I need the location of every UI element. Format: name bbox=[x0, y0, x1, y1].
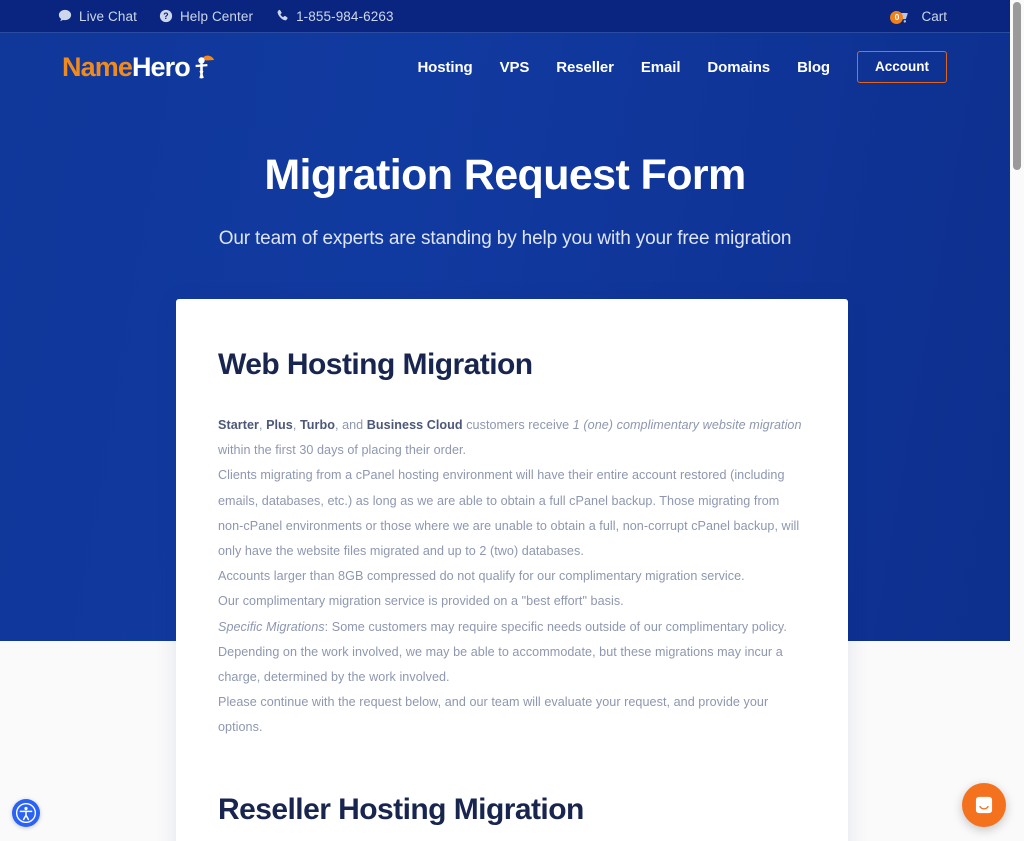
svg-text:?: ? bbox=[163, 11, 168, 21]
section-heading: Reseller Hosting Migration bbox=[218, 793, 584, 827]
text-run: , bbox=[258, 418, 267, 432]
nav-item-email[interactable]: Email bbox=[641, 59, 681, 76]
text-run: , bbox=[292, 418, 300, 432]
site-logo[interactable]: Name Hero bbox=[62, 51, 215, 82]
cart-icon: 0 bbox=[890, 8, 912, 25]
body-paragraph: Our complimentary migration service is p… bbox=[218, 589, 806, 614]
help-center-label: Help Center bbox=[179, 8, 254, 24]
phone-link[interactable]: 1-855-984-6263 bbox=[275, 9, 393, 24]
emphasis-italic: 1 (one) complimentary website migration bbox=[572, 418, 802, 432]
content-sections: Web Hosting Migration Starter, Plus, Turb… bbox=[218, 347, 806, 841]
cart-label: Cart bbox=[921, 8, 947, 24]
emphasis-italic: Specific Migrations bbox=[218, 619, 325, 634]
logo-hero-text: Hero bbox=[131, 51, 191, 82]
text-run: within the first 30 days of placing thei… bbox=[218, 443, 467, 458]
body-paragraph: Please continue with the request below, … bbox=[218, 690, 806, 740]
emphasis-bold: Business Cloud bbox=[366, 418, 463, 432]
phone-icon bbox=[275, 9, 289, 23]
emphasis-bold: Plus bbox=[266, 418, 293, 432]
content-section: Reseller Hosting MigrationSilver, Gold, … bbox=[218, 792, 806, 841]
text-run: Please continue with the request below, … bbox=[218, 695, 769, 735]
page-title: Migration Request Form bbox=[264, 151, 746, 199]
logo-name-text: Name bbox=[62, 51, 133, 82]
accessibility-widget-button[interactable] bbox=[12, 799, 40, 827]
emphasis-bold: Starter bbox=[218, 418, 259, 432]
top-utility-bar: Live Chat ? Help Center 1-855-984-6263 0 bbox=[0, 0, 1010, 33]
emphasis-bold: Turbo bbox=[299, 418, 335, 432]
nav-item-domains[interactable]: Domains bbox=[707, 59, 770, 76]
live-chat-link[interactable]: Live Chat bbox=[58, 9, 137, 24]
nav-item-reseller[interactable]: Reseller bbox=[556, 59, 614, 76]
text-run: customers receive bbox=[462, 418, 573, 432]
phone-number-label: 1-855-984-6263 bbox=[296, 8, 394, 24]
accessibility-person-icon bbox=[15, 802, 37, 824]
live-chat-label: Live Chat bbox=[79, 8, 137, 24]
intercom-message-icon bbox=[975, 796, 993, 814]
body-paragraph: Specific Migrations: Some customers may … bbox=[218, 615, 806, 691]
section-heading: Web Hosting Migration bbox=[218, 348, 533, 381]
text-run: Accounts larger than 8GB compressed do n… bbox=[218, 569, 745, 584]
text-run: , and bbox=[334, 418, 367, 432]
topbar-links: Live Chat ? Help Center 1-855-984-6263 bbox=[58, 9, 394, 24]
text-run: Our complimentary migration service is p… bbox=[218, 594, 624, 609]
body-paragraph: Accounts larger than 8GB compressed do n… bbox=[218, 564, 806, 589]
help-center-link[interactable]: ? Help Center bbox=[159, 9, 253, 24]
nav-item-blog[interactable]: Blog bbox=[797, 59, 830, 76]
body-paragraph: Starter, Plus, Turbo, and Business Cloud… bbox=[218, 413, 806, 463]
cart-count-badge: 0 bbox=[890, 10, 904, 24]
main-navigation: Hosting VPS Reseller Email Domains Blog … bbox=[417, 50, 947, 84]
scrollbar-thumb[interactable] bbox=[1013, 2, 1021, 170]
chat-widget-button[interactable] bbox=[962, 783, 1006, 827]
nav-item-vps[interactable]: VPS bbox=[500, 59, 530, 76]
hero-section: Migration Request Form Our team of exper… bbox=[0, 150, 1010, 250]
superhero-mark-icon bbox=[191, 54, 215, 80]
account-button[interactable]: Account bbox=[857, 50, 947, 84]
site-header: Name Hero Hosting VPS Reseller Email Dom… bbox=[0, 33, 1010, 101]
body-paragraph: Clients migrating from a cPanel hosting … bbox=[218, 463, 806, 564]
page-scrollbar[interactable] bbox=[1010, 0, 1024, 841]
chat-bubble-icon bbox=[58, 9, 72, 23]
content-card: Web Hosting Migration Starter, Plus, Turb… bbox=[176, 299, 848, 841]
nav-item-hosting[interactable]: Hosting bbox=[417, 59, 472, 76]
content-section: Web Hosting Migration Starter, Plus, Turb… bbox=[218, 347, 806, 740]
cart-link[interactable]: 0 Cart bbox=[890, 8, 947, 25]
page-root: Live Chat ? Help Center 1-855-984-6263 0 bbox=[0, 0, 1024, 841]
question-circle-icon: ? bbox=[159, 9, 173, 23]
text-run: Clients migrating from a cPanel hosting … bbox=[218, 468, 800, 558]
page-subtitle: Our team of experts are standing by help… bbox=[218, 227, 792, 249]
